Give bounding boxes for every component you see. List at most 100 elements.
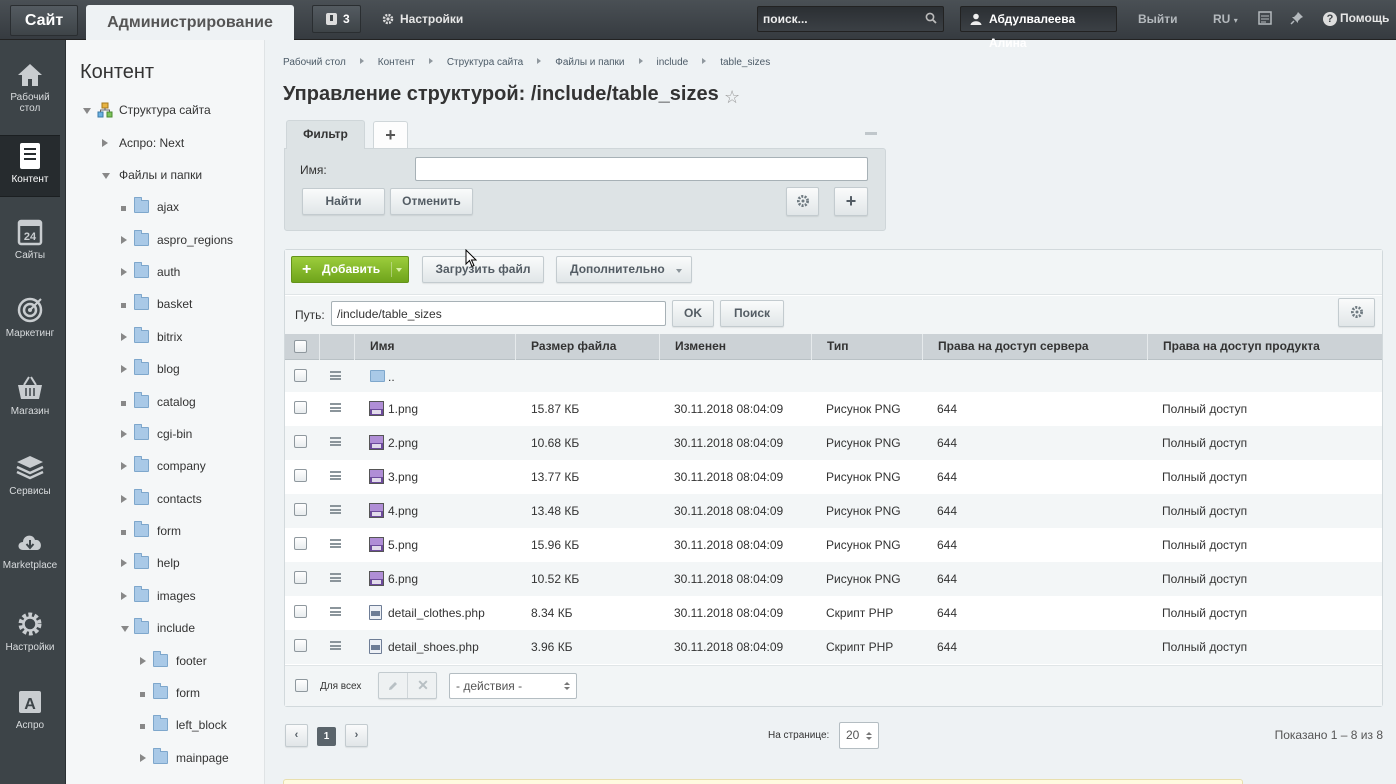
- breadcrumb-item[interactable]: table_sizes: [720, 57, 770, 68]
- file-name-link[interactable]: 3.png: [388, 460, 418, 494]
- cancel-button[interactable]: Отменить: [390, 188, 473, 215]
- table-row[interactable]: 5.png 15.96 КБ 30.11.2018 08:04:09 Рисунок …: [285, 528, 1382, 562]
- tree-item[interactable]: footer: [0, 651, 260, 671]
- row-checkbox[interactable]: [294, 469, 307, 482]
- more-button[interactable]: Дополнительно: [556, 256, 692, 283]
- chevron-right-icon[interactable]: [121, 268, 127, 276]
- pin-icon[interactable]: [1290, 11, 1304, 25]
- breadcrumb-item[interactable]: Рабочий стол: [283, 57, 346, 68]
- chevron-down-icon[interactable]: [396, 268, 402, 272]
- menu-icon[interactable]: [330, 403, 341, 412]
- column-type[interactable]: Тип: [812, 334, 923, 360]
- search-input[interactable]: [763, 10, 913, 28]
- upload-file-button[interactable]: Загрузить файл: [422, 256, 544, 283]
- site-tab[interactable]: Сайт: [10, 5, 78, 36]
- tree-item[interactable]: aspro_regions: [0, 230, 260, 250]
- chevron-right-icon[interactable]: [121, 559, 127, 567]
- menu-icon[interactable]: [330, 607, 341, 616]
- menu-icon[interactable]: [330, 505, 341, 514]
- menu-icon[interactable]: [330, 539, 341, 548]
- row-checkbox[interactable]: [294, 401, 307, 414]
- chevron-right-icon[interactable]: [140, 657, 146, 665]
- chevron-down-icon[interactable]: [83, 108, 91, 114]
- find-button[interactable]: Найти: [302, 188, 385, 215]
- table-row[interactable]: detail_clothes.php 8.34 КБ 30.11.2018 08:0…: [285, 596, 1382, 630]
- file-name-link[interactable]: 1.png: [388, 392, 418, 426]
- search-icon[interactable]: [925, 12, 937, 24]
- table-row[interactable]: 1.png 15.87 КБ 30.11.2018 08:04:09 Рисунок …: [285, 392, 1382, 426]
- chevron-right-icon[interactable]: [121, 495, 127, 503]
- user-menu[interactable]: Абдулвалеева Алина: [960, 6, 1117, 50]
- menu-icon[interactable]: [330, 371, 341, 380]
- breadcrumb-item[interactable]: Структура сайта: [447, 57, 523, 68]
- menu-icon[interactable]: [330, 471, 341, 480]
- tree-item[interactable]: Файлы и папки: [0, 167, 260, 185]
- tree-item[interactable]: bitrix: [0, 327, 260, 347]
- tree-item[interactable]: include: [0, 618, 260, 638]
- menu-icon[interactable]: [330, 573, 341, 582]
- tree-item[interactable]: form: [0, 521, 260, 541]
- chevron-right-icon[interactable]: [121, 430, 127, 438]
- row-checkbox[interactable]: [294, 435, 307, 448]
- file-name-link[interactable]: detail_shoes.php: [388, 630, 479, 664]
- path-input[interactable]: [331, 301, 666, 326]
- breadcrumb-item[interactable]: Контент: [378, 57, 415, 68]
- help-link[interactable]: ? Помощь: [1323, 11, 1389, 26]
- tree-item[interactable]: left_block: [0, 715, 260, 735]
- filter-tab[interactable]: Фильтр: [286, 120, 365, 149]
- minimize-filter-icon[interactable]: [865, 132, 877, 135]
- tree-item[interactable]: blog: [0, 359, 260, 379]
- file-name-link[interactable]: detail_clothes.php: [388, 596, 485, 630]
- next-page-button[interactable]: ›: [345, 724, 368, 747]
- table-row[interactable]: 4.png 13.48 КБ 30.11.2018 08:04:09 Рисунок …: [285, 494, 1382, 528]
- chevron-right-icon[interactable]: [121, 236, 127, 244]
- table-row[interactable]: 3.png 13.77 КБ 30.11.2018 08:04:09 Рисунок …: [285, 460, 1382, 494]
- for-all-checkbox[interactable]: [295, 679, 308, 692]
- notifications-button[interactable]: 3: [312, 5, 361, 33]
- chevron-right-icon[interactable]: [121, 333, 127, 341]
- tree-item[interactable]: contacts: [0, 489, 260, 509]
- tree-item[interactable]: Структура сайта: [0, 102, 260, 120]
- add-filter-field-button[interactable]: +: [834, 187, 868, 216]
- language-switcher[interactable]: RU ▾: [1213, 12, 1238, 26]
- ok-button[interactable]: OK: [672, 300, 714, 327]
- column-name[interactable]: Имя: [355, 334, 516, 360]
- tree-item[interactable]: images: [0, 586, 260, 606]
- row-checkbox[interactable]: [294, 537, 307, 550]
- column-server-rights[interactable]: Права на доступ сервера: [923, 334, 1148, 360]
- table-row-up[interactable]: ..: [285, 360, 1382, 392]
- name-filter-input[interactable]: [415, 157, 868, 181]
- select-all-checkbox[interactable]: [294, 340, 307, 353]
- row-checkbox[interactable]: [294, 369, 307, 382]
- row-checkbox[interactable]: [294, 639, 307, 652]
- chevron-right-icon[interactable]: [102, 139, 108, 147]
- tree-item[interactable]: Аспро: Next: [0, 135, 260, 153]
- breadcrumb-item[interactable]: include: [657, 57, 689, 68]
- panel-icon[interactable]: [1258, 11, 1272, 25]
- path-search-button[interactable]: Поиск: [720, 300, 784, 327]
- favorite-star-icon[interactable]: ☆: [724, 87, 740, 108]
- chevron-right-icon[interactable]: [140, 754, 146, 762]
- chevron-right-icon[interactable]: [121, 365, 127, 373]
- tree-item[interactable]: mainpage: [0, 748, 260, 768]
- tree-item[interactable]: basket: [0, 294, 260, 314]
- prev-page-button[interactable]: ‹: [285, 724, 308, 747]
- logout-link[interactable]: Выйти: [1138, 12, 1178, 26]
- file-name-link[interactable]: 4.png: [388, 494, 418, 528]
- tree-item[interactable]: form: [0, 683, 260, 703]
- breadcrumb-item[interactable]: Файлы и папки: [555, 57, 624, 68]
- add-button[interactable]: + Добавить: [291, 256, 409, 283]
- settings-link[interactable]: Настройки: [382, 12, 463, 26]
- grid-settings-button[interactable]: [1338, 298, 1375, 327]
- table-row[interactable]: 2.png 10.68 КБ 30.11.2018 08:04:09 Рисунок …: [285, 426, 1382, 460]
- table-row[interactable]: 6.png 10.52 КБ 30.11.2018 08:04:09 Рисунок …: [285, 562, 1382, 596]
- row-checkbox[interactable]: [294, 605, 307, 618]
- admin-tab[interactable]: Администрирование: [86, 5, 294, 40]
- file-name-link[interactable]: 5.png: [388, 528, 418, 562]
- menu-icon[interactable]: [330, 641, 341, 650]
- current-page[interactable]: 1: [317, 727, 336, 746]
- tree-item[interactable]: ajax: [0, 197, 260, 217]
- tree-item[interactable]: company: [0, 456, 260, 476]
- tree-item[interactable]: auth: [0, 262, 260, 282]
- delete-icon[interactable]: ✕: [409, 673, 437, 698]
